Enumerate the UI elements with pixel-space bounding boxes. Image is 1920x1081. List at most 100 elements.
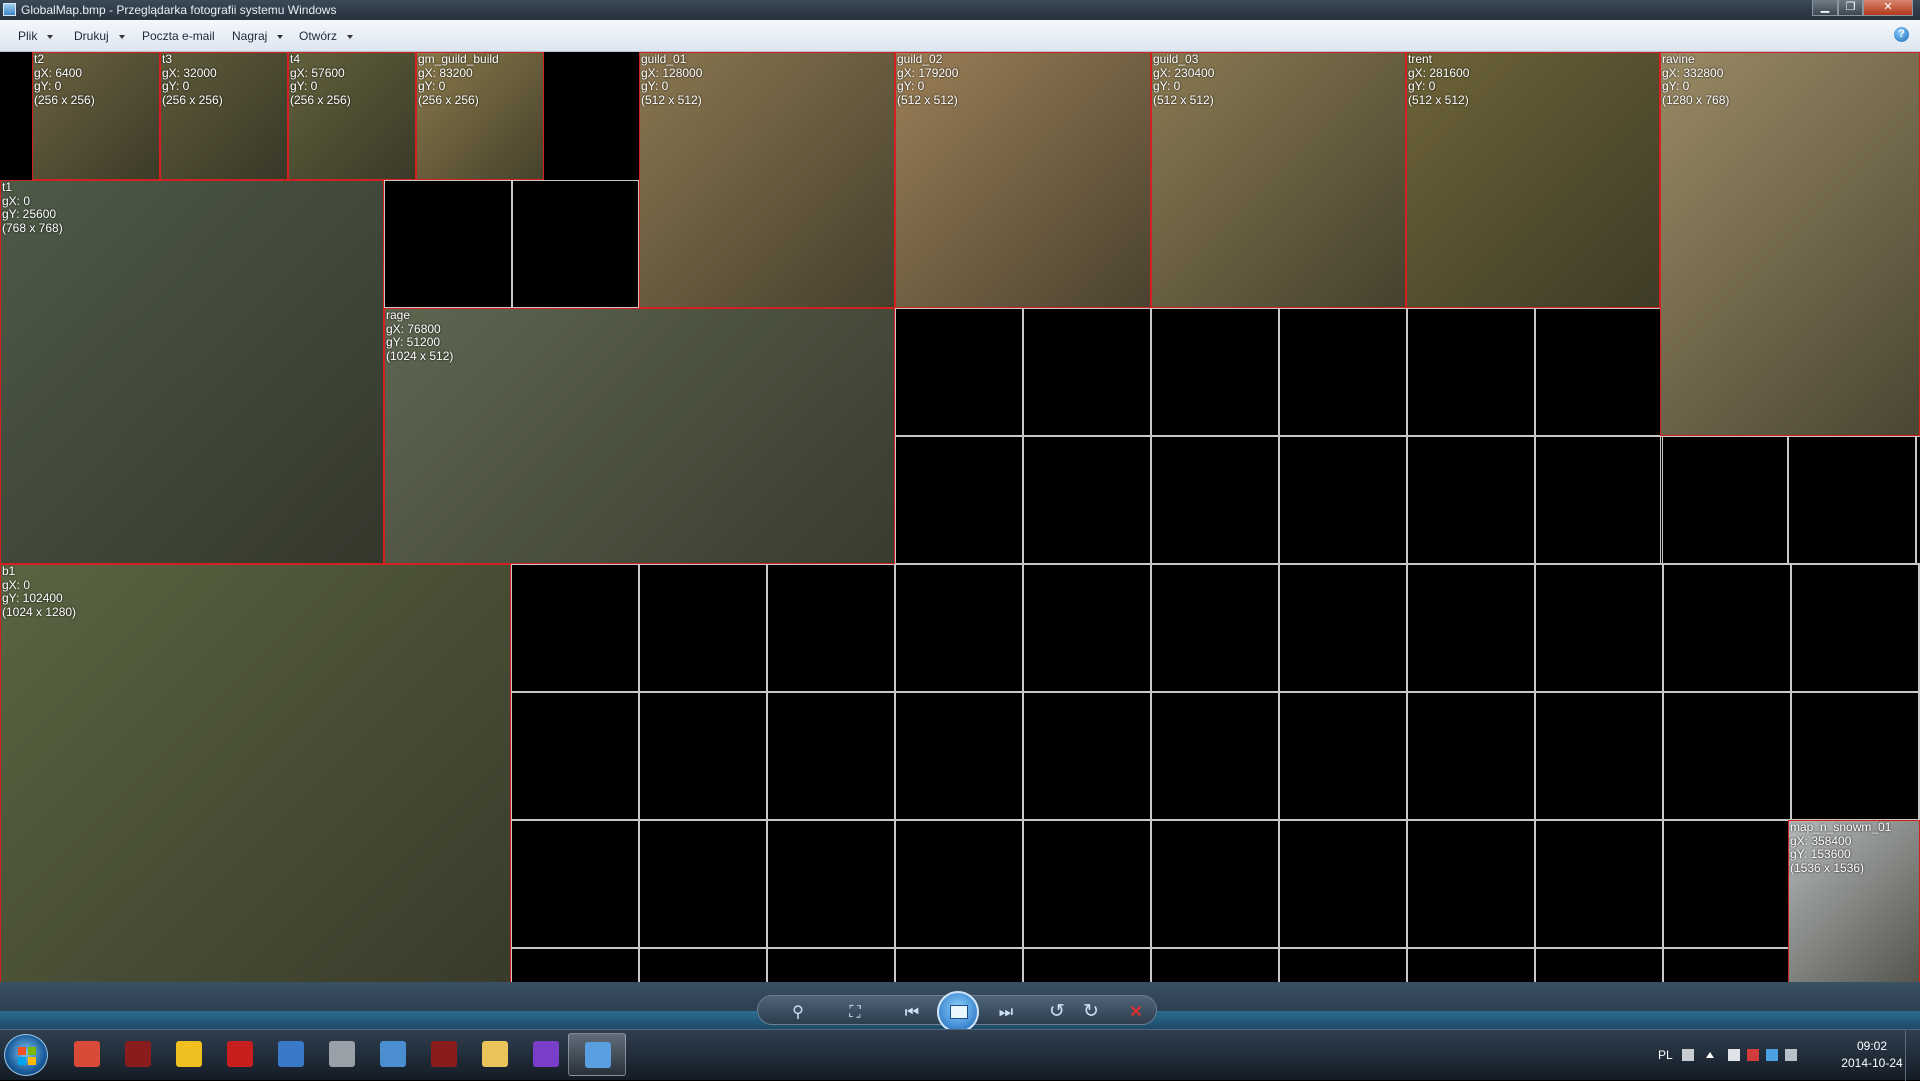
show-hidden-icons-icon[interactable] — [1706, 1052, 1714, 1058]
grid-cell — [639, 564, 767, 692]
taskbar-app-wolf-app[interactable] — [313, 1033, 371, 1076]
visual-studio-icon — [533, 1041, 559, 1067]
grid-cell — [1663, 820, 1791, 948]
grid-cell — [1023, 436, 1151, 564]
keyboard-icon[interactable] — [1682, 1049, 1694, 1061]
minimize-button[interactable]: ▁ — [1812, 0, 1838, 16]
map-label-gx: gX: 332800 — [1662, 65, 1724, 80]
grid-cell — [1660, 436, 1788, 564]
taskbar-app-remote-desktop[interactable] — [364, 1033, 422, 1076]
map-label-size: (256 x 256) — [162, 92, 223, 107]
network-icon[interactable] — [1766, 1049, 1778, 1061]
map-label-gy: gY: 0 — [1153, 79, 1181, 93]
next-icon[interactable]: ⏭ — [992, 1004, 1020, 1022]
grid-cell — [1535, 436, 1663, 564]
taskbar-app-explorer[interactable] — [466, 1033, 524, 1076]
grid-cell — [1279, 692, 1407, 820]
game-client-icon — [125, 1041, 151, 1067]
taskbar-app-game-client[interactable] — [109, 1033, 167, 1076]
maximize-button[interactable]: ❐ — [1838, 0, 1863, 16]
clock[interactable]: 09:02 2014-10-24 — [1836, 1038, 1908, 1072]
grid-cell — [1791, 564, 1919, 692]
menu-plik[interactable]: Plik — [18, 29, 54, 43]
grid-cell — [1663, 564, 1791, 692]
map-tile-t2: t2 gX: 6400 gY: 0 (256 x 256) — [32, 52, 160, 180]
map-tile-t3: t3 gX: 32000 gY: 0 (256 x 256) — [160, 52, 288, 180]
close-window-button[interactable]: ✕ — [1863, 0, 1913, 16]
grid-cell — [1407, 948, 1535, 982]
map-label-size: (512 x 512) — [641, 92, 702, 107]
map-label-gx: gX: 32000 — [162, 65, 217, 80]
map-label-gy: gY: 0 — [162, 79, 190, 93]
grid-cell — [639, 692, 767, 820]
taskbar-app-visual-studio[interactable] — [517, 1033, 575, 1076]
fit-to-window-icon[interactable]: ⛶ — [843, 1004, 867, 1022]
taskbar-app-bird-app[interactable] — [160, 1033, 218, 1076]
grid-cell — [1535, 564, 1663, 692]
map-label-name: trent — [1408, 52, 1433, 66]
power-icon[interactable] — [1785, 1049, 1797, 1061]
taskbar-app-game-client-2[interactable] — [415, 1033, 473, 1076]
game-client-2-icon — [431, 1041, 457, 1067]
taskbar-app-chrome[interactable] — [58, 1033, 116, 1076]
previous-icon[interactable]: ⏮ — [898, 1004, 926, 1022]
grid-cell — [511, 820, 639, 948]
grid-cell — [1535, 820, 1663, 948]
start-button[interactable] — [4, 1034, 48, 1076]
map-label: t3 gX: 32000 gY: 0 (256 x 256) — [162, 52, 223, 107]
grid-cell — [1023, 692, 1151, 820]
menu-poczta-email[interactable]: Poczta e-mail — [142, 29, 215, 43]
grid-cell — [895, 948, 1023, 982]
map-tile-t4: t4 gX: 57600 gY: 0 (256 x 256) — [288, 52, 416, 180]
map-label-gy: gY: 0 — [641, 79, 669, 93]
action-center-flag-icon[interactable] — [1747, 1049, 1759, 1061]
clock-time: 09:02 — [1856, 1039, 1888, 1053]
map-label: guild_02 gX: 179200 gY: 0 (512 x 512) — [897, 52, 959, 107]
filezilla-icon — [227, 1041, 253, 1067]
rotate-right-icon[interactable]: ↻ — [1080, 1002, 1102, 1021]
menu-otworz[interactable]: Otwórz — [299, 29, 354, 43]
map-tile-trent: trent gX: 281600 gY: 0 (512 x 512) — [1406, 52, 1660, 308]
grid-cell — [1023, 820, 1151, 948]
map-label-size: (1024 x 512) — [386, 348, 454, 363]
language-indicator[interactable]: PL — [1658, 1048, 1673, 1062]
slideshow-button[interactable] — [937, 991, 979, 1033]
map-label-gy: gY: 0 — [290, 79, 318, 93]
grid-cell — [1279, 948, 1407, 982]
taskbar-app-filezilla[interactable] — [211, 1033, 269, 1076]
grid-cell — [1791, 692, 1919, 820]
delete-icon[interactable]: ✕ — [1125, 1004, 1147, 1022]
map-label-gy: gY: 0 — [34, 79, 62, 93]
map-label-name: rage — [386, 308, 411, 322]
map-label: gm_guild_build gX: 83200 gY: 0 (256 x 256) — [418, 52, 499, 107]
map-label: guild_01 gX: 128000 gY: 0 (512 x 512) — [641, 52, 702, 107]
rotate-left-icon[interactable]: ↺ — [1046, 1002, 1068, 1021]
taskbar-app-photo-viewer[interactable] — [568, 1033, 626, 1076]
map-label-size: (256 x 256) — [290, 92, 351, 107]
volume-icon[interactable] — [1728, 1049, 1740, 1061]
chrome-icon — [74, 1041, 100, 1067]
taskbar-app-network-tool[interactable] — [262, 1033, 320, 1076]
map-label-name: guild_03 — [1153, 52, 1199, 66]
menu-nagraj[interactable]: Nagraj — [232, 29, 284, 43]
map-tile-gm_guild_build: gm_guild_build gX: 83200 gY: 0 (256 x 256) — [416, 52, 544, 180]
grid-cell — [1151, 436, 1279, 564]
grid-cell — [1407, 436, 1535, 564]
show-desktop-button[interactable] — [1905, 1030, 1920, 1081]
menu-drukuj[interactable]: Drukuj — [74, 29, 125, 43]
image-canvas[interactable]: t2 gX: 6400 gY: 0 (256 x 256) t3 gX: 32000 gY… — [0, 52, 1920, 982]
menu-label: Plik — [18, 29, 38, 43]
windows-logo-icon — [28, 1057, 36, 1065]
explorer-icon — [482, 1041, 508, 1067]
map-tile-t1: t1 gX: 0 gY: 25600 (768 x 768) — [0, 180, 384, 564]
map-label-gx: gX: 179200 — [897, 65, 959, 80]
map-label-gy: gY: 25600 — [2, 207, 57, 221]
map-label-name: t3 — [162, 52, 173, 66]
grid-cell — [895, 308, 1023, 436]
zoom-icon[interactable]: ⚲ — [786, 1004, 810, 1022]
grid-cell — [895, 692, 1023, 820]
grid-cell — [1279, 564, 1407, 692]
grid-cell — [639, 948, 767, 982]
grid-cell — [1151, 564, 1279, 692]
help-icon[interactable]: ? — [1894, 27, 1909, 42]
